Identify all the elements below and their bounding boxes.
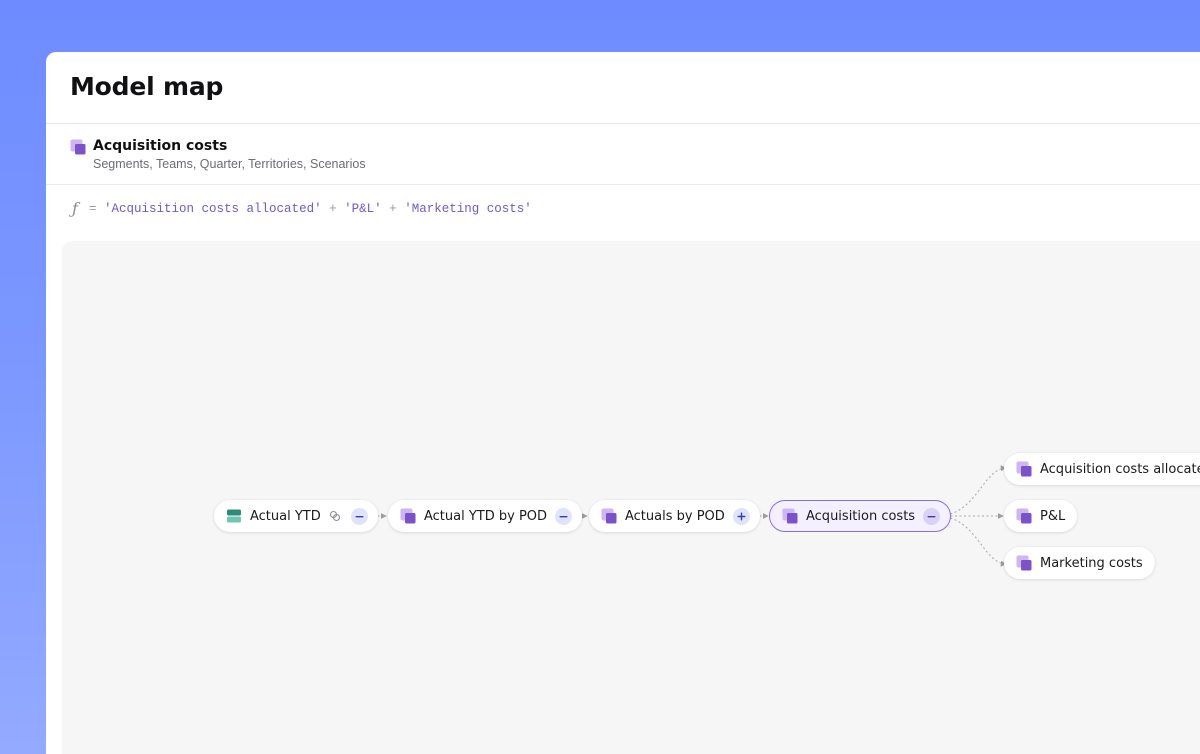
minus-icon [355,515,364,517]
node-label: Actual YTD [250,508,321,524]
collapse-button[interactable] [923,507,941,525]
formula-ref[interactable]: 'Acquisition costs allocated' [104,202,322,216]
formula-expression[interactable]: = 'Acquisition costs allocated' + 'P&L' … [89,202,532,216]
block-icon [70,139,86,155]
minus-icon [559,515,568,517]
node-actuals-by-pod[interactable]: Actuals by POD [589,500,760,532]
node-label: Acquisition costs allocated [1040,461,1200,477]
link-icon [329,510,340,522]
table-icon [226,508,242,524]
header: Model map [46,52,1200,124]
block-info: Acquisition costs Segments, Teams, Quart… [46,124,1200,185]
formula-operator: + [329,202,337,216]
collapse-button[interactable] [350,507,368,525]
connector-lines [364,465,1007,567]
function-icon: ƒ [72,199,78,218]
node-label: Acquisition costs [806,508,916,524]
formula-row[interactable]: ƒ = 'Acquisition costs allocated' + 'P&L… [46,185,1200,241]
block-icon [601,508,617,524]
block-name: Acquisition costs [93,138,228,154]
formula-equals: = [89,202,97,216]
node-actual-ytd-by-pod[interactable]: Actual YTD by POD [388,500,583,532]
page-title: Model map [70,72,224,101]
formula-ref[interactable]: 'Marketing costs' [404,202,532,216]
block-icon [1016,555,1032,571]
node-label: P&L [1040,508,1066,524]
block-icon [782,508,798,524]
expand-button[interactable] [732,507,750,525]
block-icon [1016,508,1032,524]
minus-icon [927,515,936,517]
node-acquisition-costs-allocated[interactable]: Acquisition costs allocated [1004,453,1200,485]
node-p-and-l[interactable]: P&L [1004,500,1078,532]
model-map-canvas[interactable]: Actual YTD Actual YTD by POD Actuals by … [62,241,1200,754]
formula-ref[interactable]: 'P&L' [344,202,382,216]
block-icon [1016,461,1032,477]
node-marketing-costs[interactable]: Marketing costs [1004,547,1155,579]
node-label: Actual YTD by POD [424,508,548,524]
node-acquisition-costs[interactable]: Acquisition costs [769,500,952,532]
node-label: Marketing costs [1040,555,1143,571]
model-map-panel: Model map Acquisition costs Segments, Te… [46,52,1200,754]
formula-operator: + [389,202,397,216]
node-label: Actuals by POD [625,508,725,524]
collapse-button[interactable] [555,507,573,525]
plus-icon [737,512,746,520]
block-dimensions: Segments, Teams, Quarter, Territories, S… [93,157,366,171]
node-actual-ytd[interactable]: Actual YTD [214,500,378,532]
block-icon [400,508,416,524]
